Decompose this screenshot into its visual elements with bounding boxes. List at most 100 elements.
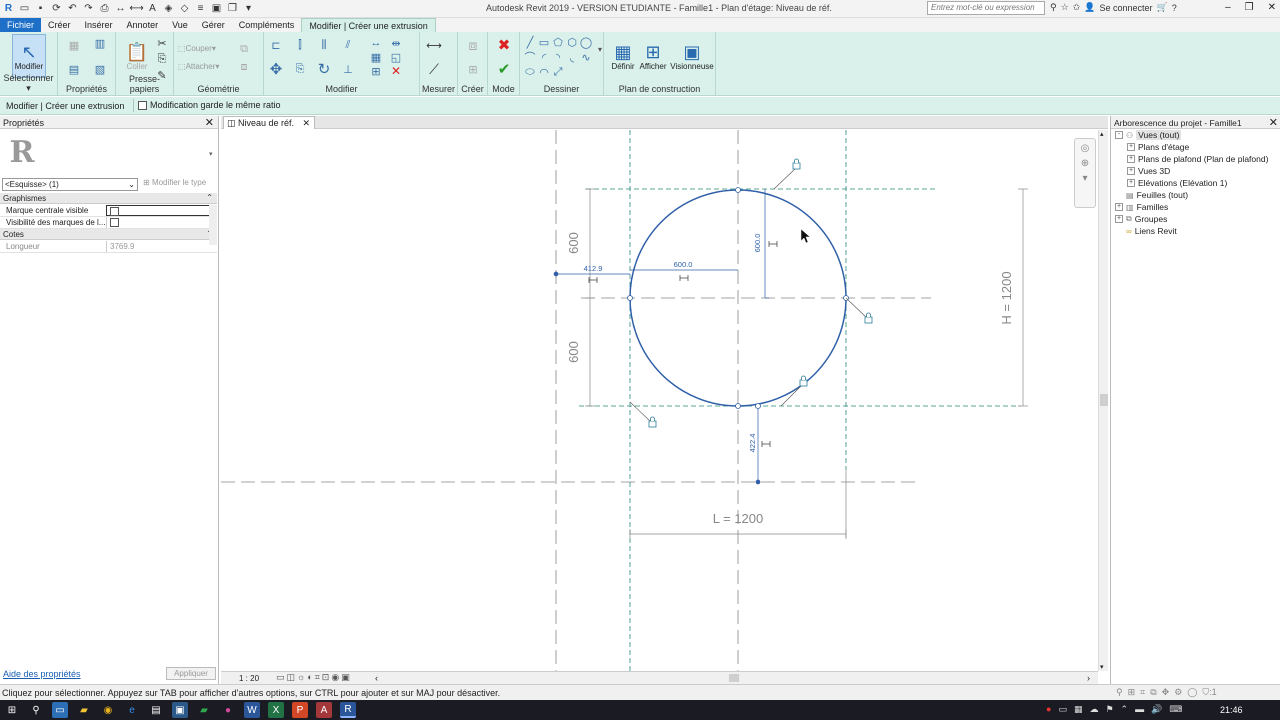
close-browser-icon[interactable]: ✕	[1269, 116, 1278, 129]
keep-ratio-box[interactable]	[138, 100, 147, 110]
tree-item-3d-views[interactable]: + Vues 3D	[1127, 166, 1170, 176]
tab-file[interactable]: Fichier	[0, 18, 42, 32]
access-icon[interactable]: A	[316, 702, 332, 718]
mark-visibility-checkbox[interactable]	[110, 218, 119, 227]
tree-item-floor-plans[interactable]: + Plans d'étage	[1127, 142, 1189, 152]
switch-windows-icon[interactable]: ❐	[226, 2, 239, 15]
network-icon[interactable]: ▬	[1135, 704, 1144, 715]
sun-path-icon[interactable]: ☼	[297, 672, 305, 683]
tab-insert[interactable]: Insérer	[78, 18, 120, 32]
dim-bottom-offset[interactable]: 422.4	[748, 434, 757, 453]
scroll-right-icon[interactable]: ›	[1087, 673, 1090, 683]
dim-left-bottom[interactable]: 600	[566, 341, 581, 363]
reveal-hidden-icon[interactable]: ▣	[341, 672, 350, 683]
panel-label-select[interactable]: Sélectionner ▾	[0, 73, 57, 94]
app-icon-green[interactable]: ▰	[196, 702, 212, 718]
scroll-up-icon[interactable]: ▴	[1100, 130, 1104, 138]
edge-icon[interactable]: e	[124, 702, 140, 718]
visual-style-icon[interactable]: ◫	[287, 672, 296, 683]
3d-view-icon[interactable]: ◈	[162, 2, 175, 15]
rotate-icon[interactable]: ↻	[316, 61, 332, 78]
view-tab-ref-level[interactable]: ◫ Niveau de réf. ✕	[223, 116, 316, 129]
dim-left-top[interactable]: 600	[566, 232, 581, 254]
language-icon[interactable]: ⌨	[1169, 704, 1182, 715]
properties-icon[interactable]: ▤	[66, 62, 82, 76]
tray-icon-2[interactable]: ▭	[1058, 704, 1067, 715]
center-mark-checkbox[interactable]	[110, 207, 119, 216]
tray-arrow-icon[interactable]: ⌃	[1121, 704, 1129, 715]
cut-geometry-button[interactable]: ⬚ Couper ▾	[178, 44, 216, 53]
close-view-tab-icon[interactable]: ✕	[303, 118, 311, 128]
background-process-icon[interactable]: ⚙	[1174, 687, 1182, 698]
photos-icon[interactable]: ▣	[172, 702, 188, 718]
zoom-icon[interactable]: ⊕	[1075, 158, 1095, 169]
family-category-icon[interactable]: ▧	[92, 62, 108, 76]
media-icon[interactable]: ●	[220, 702, 236, 718]
chrome-icon[interactable]: ◉	[100, 702, 116, 718]
tree-item-families[interactable]: + ▥ Familles	[1115, 202, 1168, 212]
properties-help-link[interactable]: Aide des propriétés	[3, 669, 81, 679]
split-face-icon[interactable]: ⧈	[236, 60, 252, 74]
user-icon[interactable]: 👤	[1084, 2, 1095, 13]
mirror-axis-icon[interactable]: ⫼	[316, 38, 332, 52]
dim-length-label[interactable]: L = 1200	[713, 511, 763, 526]
measure-icon[interactable]: ↔	[114, 2, 127, 15]
select-pinned-icon[interactable]: ⌗	[1140, 687, 1145, 698]
type-dropdown-icon[interactable]: ▾	[209, 150, 213, 158]
family-types-icon[interactable]: ▥	[92, 36, 108, 50]
tree-item-sheets[interactable]: ▤ Feuilles (tout)	[1126, 190, 1188, 200]
dim-radius-vertical[interactable]: 600.0	[753, 234, 762, 253]
filter-icon[interactable]: ⛉:1	[1202, 687, 1216, 698]
steering-wheel-icon[interactable]: ◎	[1075, 143, 1095, 154]
scale-icon[interactable]: ◱	[388, 50, 404, 64]
lock-icons[interactable]	[648, 158, 873, 428]
tag-icon[interactable]: A	[146, 2, 159, 15]
select-links-icon[interactable]: ⚲	[1116, 687, 1123, 698]
close-properties-icon[interactable]: ✕	[205, 116, 214, 129]
tray-icon-3[interactable]: ▦	[1074, 704, 1083, 715]
properties-scrollbar[interactable]	[209, 205, 217, 245]
tray-app-icon[interactable]: ●	[1046, 704, 1051, 715]
dimension-icon[interactable]: ⟷	[129, 2, 143, 15]
cancel-edit-mode-icon[interactable]: ✖	[496, 37, 512, 54]
dim-radius-horizontal[interactable]: 600.0	[674, 260, 693, 269]
section-dimensions[interactable]: Cotes ⌃	[0, 229, 217, 240]
save-icon[interactable]: ▪	[34, 2, 47, 15]
shadows-icon[interactable]: ◐	[307, 672, 312, 683]
viewer-button[interactable]: ▣ Visionneuse	[670, 34, 713, 78]
print-icon[interactable]: ⎙	[98, 2, 111, 15]
scroll-down-icon[interactable]: ▾	[1100, 663, 1104, 671]
tab-modify-extrusion[interactable]: Modifier | Créer une extrusion	[301, 18, 436, 32]
instance-filter-select[interactable]: <Esquisse> (1) ⌄	[2, 178, 138, 191]
revit-app-icon[interactable]: R	[2, 2, 15, 15]
edit-type-button[interactable]: ⊞ Modifier le type	[143, 178, 206, 187]
taskbar-clock[interactable]: 21:46	[1220, 705, 1243, 715]
paste-button[interactable]: 📋 Coller	[120, 34, 154, 78]
tree-item-revit-links[interactable]: ∞ Liens Revit	[1126, 226, 1177, 236]
cope-icon[interactable]: ⧉	[236, 42, 252, 56]
sign-in-link[interactable]: Se connecter	[1099, 3, 1152, 13]
offset-icon[interactable]: ⫿	[292, 38, 308, 52]
redo-icon[interactable]: ↷	[82, 2, 95, 15]
temporary-dimensions[interactable]	[553, 189, 769, 485]
search-input[interactable]: Entrez mot-clé ou expression	[927, 1, 1045, 15]
delete-icon[interactable]: ✕	[388, 64, 404, 78]
mirror-draw-icon[interactable]: ⫽	[340, 38, 356, 52]
notepad-icon[interactable]: ▤	[148, 702, 164, 718]
set-workplane-button[interactable]: ▦ Définir	[606, 34, 640, 78]
split-gap-icon[interactable]: ⇹	[388, 36, 404, 50]
detail-level-icon[interactable]: ▭	[276, 672, 285, 683]
select-by-face-icon[interactable]: ⧉	[1150, 687, 1156, 698]
thin-lines-icon[interactable]: ≡	[194, 2, 207, 15]
dim-left-offset[interactable]: 412.9	[584, 264, 603, 273]
measure-distance-icon[interactable]: ⟷	[426, 38, 442, 52]
worksets-icon[interactable]: ◯	[1187, 687, 1197, 698]
move-icon[interactable]: ✥	[268, 61, 284, 78]
show-crop-icon[interactable]: ⊡	[322, 672, 330, 683]
restore-icon[interactable]: ❐	[1245, 2, 1254, 13]
excel-icon[interactable]: X	[268, 702, 284, 718]
copy-icon[interactable]: ⎘	[154, 52, 170, 66]
mark-visibility-field[interactable]	[106, 217, 210, 228]
volume-icon[interactable]: 🔊	[1151, 704, 1162, 715]
cut-icon[interactable]: ✂	[154, 36, 170, 50]
